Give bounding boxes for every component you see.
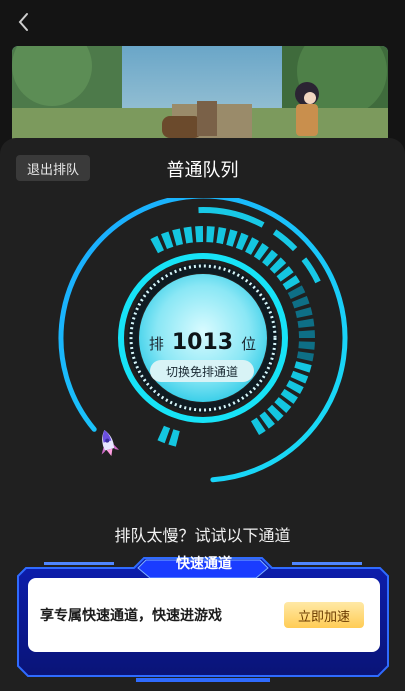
- middle-segment: [294, 361, 312, 373]
- middle-segment: [267, 404, 284, 422]
- queue-position: 排 1013 位: [0, 330, 405, 355]
- middle-segment: [286, 380, 304, 394]
- fast-channel-description: 享专属快速通道，快速进游戏: [40, 608, 222, 624]
- middle-segment: [297, 318, 315, 328]
- middle-segment: [282, 275, 301, 291]
- chevron-left-icon[interactable]: [12, 10, 36, 34]
- middle-segment: [226, 229, 238, 247]
- middle-segment: [280, 388, 298, 404]
- top-bar: [0, 0, 405, 46]
- outer-segment: [301, 257, 321, 284]
- middle-segment: [235, 232, 249, 251]
- middle-segment: [250, 417, 266, 436]
- middle-segment: [245, 237, 259, 255]
- middle-segment: [183, 226, 193, 244]
- rocket-icon: [101, 429, 120, 457]
- middle-segment: [161, 231, 174, 250]
- middle-segment: [157, 425, 171, 444]
- queue-suffix: 位: [241, 335, 257, 353]
- middle-segment: [269, 257, 287, 274]
- middle-segment: [216, 227, 227, 245]
- queue-sheet: 退出排队 普通队列 排 1013 位 切换免排通道 排队太慢？试试以下通道 快速…: [0, 138, 405, 691]
- outer-segment: [198, 207, 265, 228]
- middle-segment: [262, 249, 278, 267]
- queue-prefix: 排: [148, 335, 164, 353]
- middle-segment: [253, 243, 269, 261]
- slow-queue-hint: 排队太慢？试试以下通道: [114, 526, 291, 545]
- middle-segment: [290, 370, 309, 384]
- fast-channel-tab: 快速通道: [176, 556, 232, 572]
- middle-segment: [259, 411, 275, 429]
- game-banner-image: [12, 46, 388, 146]
- middle-segment: [206, 226, 215, 243]
- outer-segment: [272, 229, 298, 252]
- sheet-title: 普通队列: [166, 160, 239, 181]
- middle-segment: [295, 307, 313, 319]
- middle-segment: [274, 397, 292, 413]
- middle-segment: [168, 429, 180, 447]
- switch-free-channel-button[interactable]: 切换免排通道: [150, 360, 254, 382]
- middle-segment: [276, 266, 294, 282]
- middle-segment: [172, 228, 184, 246]
- queue-number: 1013: [171, 330, 234, 355]
- boost-now-button[interactable]: 立即加速: [284, 602, 364, 628]
- middle-segment: [287, 285, 306, 300]
- middle-segment: [150, 235, 165, 254]
- middle-segment: [291, 296, 310, 309]
- fast-channel-card: 享专属快速通道，快速进游戏 立即加速: [28, 578, 380, 652]
